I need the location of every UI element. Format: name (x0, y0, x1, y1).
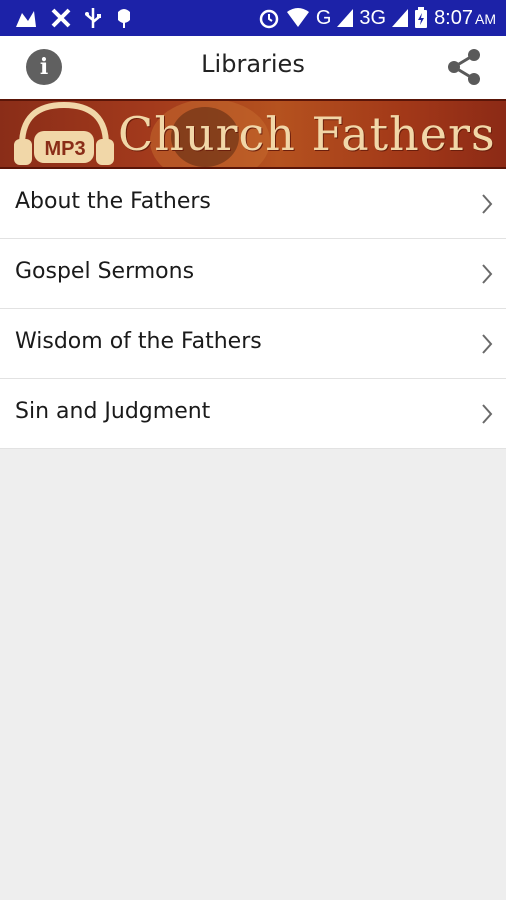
status-bar-right: G 3G 8:07 AM (258, 6, 496, 30)
mp3-label: MP3 (44, 138, 86, 160)
libraries-list: About the Fathers Gospel Sermons Wisdom … (0, 169, 506, 449)
network-type-label-2: 3G (359, 6, 387, 29)
battery-charging-icon (414, 6, 428, 30)
page-title: Libraries (201, 50, 305, 78)
list-item[interactable]: Wisdom of the Fathers (0, 309, 506, 379)
app-toolbar: i Libraries (0, 36, 506, 99)
clock-ampm: AM (475, 10, 496, 27)
list-item[interactable]: Gospel Sermons (0, 239, 506, 309)
chevron-right-icon (482, 264, 493, 284)
missed-call-icon (50, 6, 72, 30)
alarm-icon (258, 6, 280, 30)
usb-icon (84, 6, 102, 30)
chevron-right-icon (482, 334, 493, 354)
clock: 8:07 AM (434, 7, 496, 30)
chevron-right-icon (482, 404, 493, 424)
notification-icon (14, 6, 38, 30)
wifi-icon (286, 6, 310, 30)
network-type-label: G (315, 6, 332, 29)
banner-title: Church Fathers (118, 107, 496, 161)
list-item-label: Gospel Sermons (15, 259, 195, 284)
share-icon[interactable] (446, 48, 482, 86)
list-item-label: Wisdom of the Fathers (15, 329, 262, 354)
list-item-label: About the Fathers (15, 189, 211, 214)
status-bar-left (14, 6, 134, 30)
chevron-right-icon (482, 194, 493, 214)
signal-icon (337, 6, 354, 30)
list-item[interactable]: Sin and Judgment (0, 379, 506, 449)
clock-time: 8:07 (434, 6, 473, 29)
android-debug-icon (114, 6, 134, 30)
list-item[interactable]: About the Fathers (0, 169, 506, 239)
signal-icon (392, 6, 409, 30)
church-fathers-banner: MP3 Church Fathers (0, 99, 506, 169)
status-bar: G 3G 8:07 AM (0, 0, 506, 36)
list-item-label: Sin and Judgment (15, 399, 211, 424)
